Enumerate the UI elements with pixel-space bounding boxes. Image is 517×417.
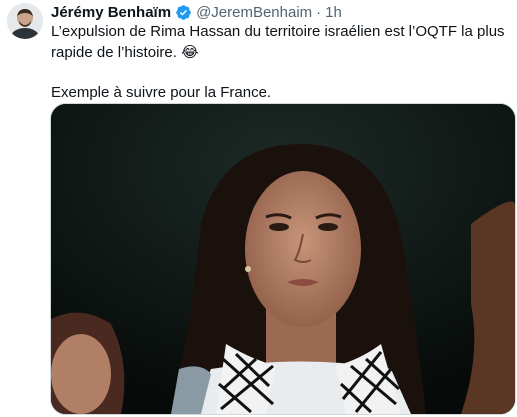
- photo-image: [51, 104, 515, 414]
- avatar[interactable]: [7, 3, 43, 39]
- tweet-text-line-1: L’expulsion de Rima Hassan du territoire…: [51, 22, 511, 63]
- tweet-text-sentence: L’expulsion de Rima Hassan du territoire…: [51, 23, 505, 61]
- verified-badge-icon[interactable]: [175, 4, 192, 21]
- author-display-name[interactable]: Jérémy Benhaïm: [51, 4, 171, 21]
- tweet-text: L’expulsion de Rima Hassan du territoire…: [51, 22, 511, 103]
- avatar-image: [7, 3, 43, 39]
- tweet-text-line-2: Exemple à suivre pour la France.: [51, 84, 272, 101]
- tweet-header: Jérémy Benhaïm @JeremBenhaim · 1h: [51, 2, 342, 22]
- tweet-timestamp[interactable]: 1h: [325, 4, 342, 21]
- header-separator: ·: [316, 3, 322, 21]
- laughing-tears-emoji: 😂: [181, 43, 199, 61]
- tweet-photo[interactable]: [50, 103, 516, 415]
- author-handle[interactable]: @JeremBenhaim: [196, 4, 312, 21]
- tweet[interactable]: Jérémy Benhaïm @JeremBenhaim · 1h L’expu…: [0, 0, 517, 417]
